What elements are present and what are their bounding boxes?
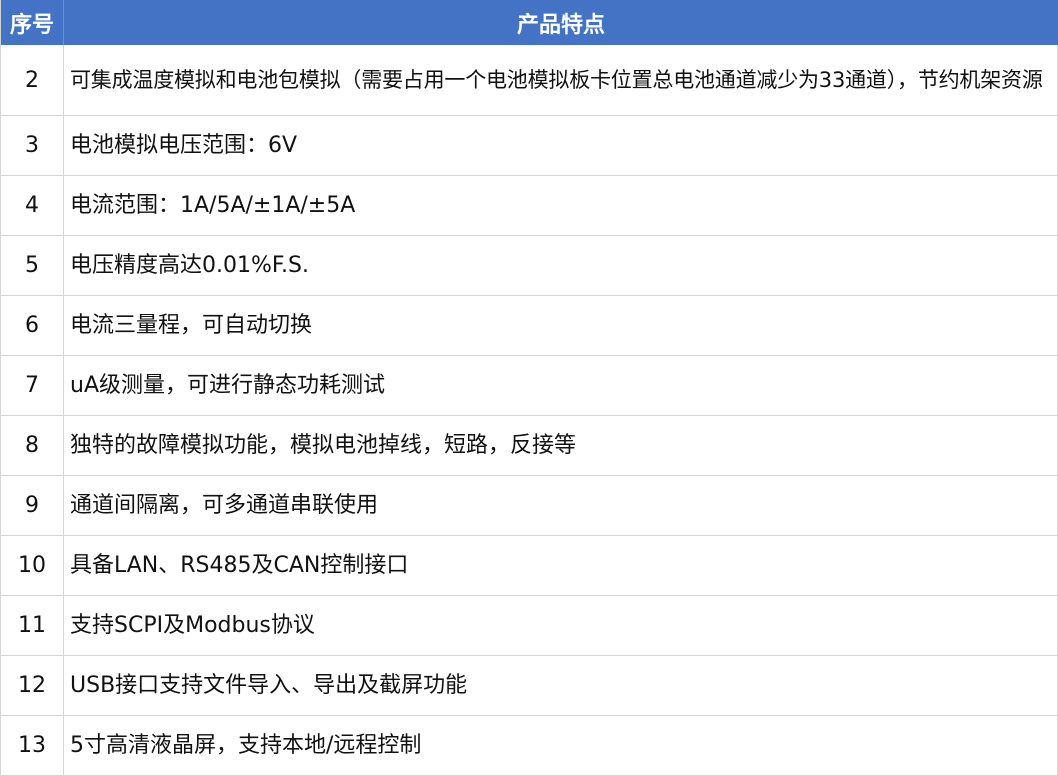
row-number: 12 xyxy=(1,656,64,715)
row-number: 9 xyxy=(1,476,64,535)
table-row: 6 电流三量程，可自动切换 xyxy=(1,296,1058,356)
row-feature: 电压精度高达0.01%F.S. xyxy=(64,236,1058,295)
table-row: 5 电压精度高达0.01%F.S. xyxy=(1,236,1058,296)
row-number: 10 xyxy=(1,536,64,595)
row-feature: 独特的故障模拟功能，模拟电池掉线，短路，反接等 xyxy=(64,416,1058,475)
row-number: 7 xyxy=(1,356,64,415)
row-feature: 5寸高清液晶屏，支持本地/远程控制 xyxy=(64,716,1058,775)
row-feature: 电流范围：1A/5A/±1A/±5A xyxy=(64,176,1058,235)
row-feature: 具备LAN、RS485及CAN控制接口 xyxy=(64,536,1058,595)
row-number: 6 xyxy=(1,296,64,355)
row-feature: USB接口支持文件导入、导出及截屏功能 xyxy=(64,656,1058,715)
row-feature: 通道间隔离，可多通道串联使用 xyxy=(64,476,1058,535)
header-feature: 产品特点 xyxy=(516,12,605,38)
table-row: 4 电流范围：1A/5A/±1A/±5A xyxy=(1,176,1058,236)
table-row: 7 uA级测量，可进行静态功耗测试 xyxy=(1,356,1058,416)
table-row: 2 可集成温度模拟和电池包模拟（需要占用一个电池模拟板卡位置总电池通道减少为33… xyxy=(1,45,1058,116)
table-header: 序号 产品特点 xyxy=(1,0,1058,45)
row-feature: 电池模拟电压范围：6V xyxy=(64,116,1058,175)
row-number: 8 xyxy=(1,416,64,475)
row-number: 4 xyxy=(1,176,64,235)
table-row: 3 电池模拟电压范围：6V xyxy=(1,116,1058,176)
row-number: 3 xyxy=(1,116,64,175)
table-row: 10 具备LAN、RS485及CAN控制接口 xyxy=(1,536,1058,596)
row-feature: 可集成温度模拟和电池包模拟（需要占用一个电池模拟板卡位置总电池通道减少为33通道… xyxy=(64,45,1058,115)
row-feature: 电流三量程，可自动切换 xyxy=(64,296,1058,355)
row-feature: uA级测量，可进行静态功耗测试 xyxy=(64,356,1058,415)
table-row: 9 通道间隔离，可多通道串联使用 xyxy=(1,476,1058,536)
header-number: 序号 xyxy=(1,0,64,45)
table-row: 12 USB接口支持文件导入、导出及截屏功能 xyxy=(1,656,1058,716)
table-row: 8 独特的故障模拟功能，模拟电池掉线，短路，反接等 xyxy=(1,416,1058,476)
row-number: 11 xyxy=(1,596,64,655)
row-number: 5 xyxy=(1,236,64,295)
row-feature: 支持SCPI及Modbus协议 xyxy=(64,596,1058,655)
row-number: 13 xyxy=(1,716,64,775)
row-number: 2 xyxy=(1,45,64,115)
product-features-table: 序号 产品特点 2 可集成温度模拟和电池包模拟（需要占用一个电池模拟板卡位置总电… xyxy=(0,0,1058,776)
table-row: 13 5寸高清液晶屏，支持本地/远程控制 xyxy=(1,716,1058,776)
table-row: 11 支持SCPI及Modbus协议 xyxy=(1,596,1058,656)
